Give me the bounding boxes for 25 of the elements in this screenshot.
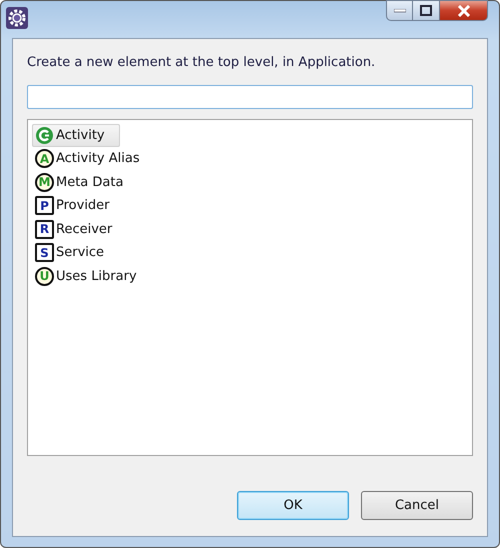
circle-letter-icon: A <box>35 149 54 168</box>
list-item[interactable]: Activity <box>32 124 120 147</box>
prompt-text: Create a new element at the top level, in Application. <box>27 54 376 72</box>
minimize-button[interactable] <box>386 0 413 21</box>
dialog-button[interactable]: OK <box>237 491 349 520</box>
list-item[interactable]: M Meta Data <box>32 170 138 194</box>
square-letter-icon: S <box>35 243 54 262</box>
list-item[interactable]: U Uses Library <box>32 264 152 288</box>
gear-icon <box>6 7 28 29</box>
circle-letter-icon: M <box>35 172 54 192</box>
list-item[interactable]: S Service <box>32 241 120 264</box>
minimize-icon <box>394 8 406 12</box>
circle-letter-icon: U <box>35 266 54 286</box>
close-icon <box>456 4 470 16</box>
maximize-icon <box>420 5 432 16</box>
dialog-button[interactable]: Cancel <box>361 491 473 520</box>
list-item[interactable]: A Activity Alias <box>32 147 155 170</box>
list-item[interactable]: R Receiver <box>32 218 128 241</box>
square-letter-icon: P <box>35 196 54 216</box>
activity-icon <box>35 126 54 145</box>
list-item[interactable]: P Provider <box>32 194 125 218</box>
filter-field[interactable] <box>27 84 473 108</box>
square-letter-icon: R <box>35 220 54 239</box>
close-button[interactable] <box>440 0 488 21</box>
maximize-button[interactable] <box>413 0 440 21</box>
